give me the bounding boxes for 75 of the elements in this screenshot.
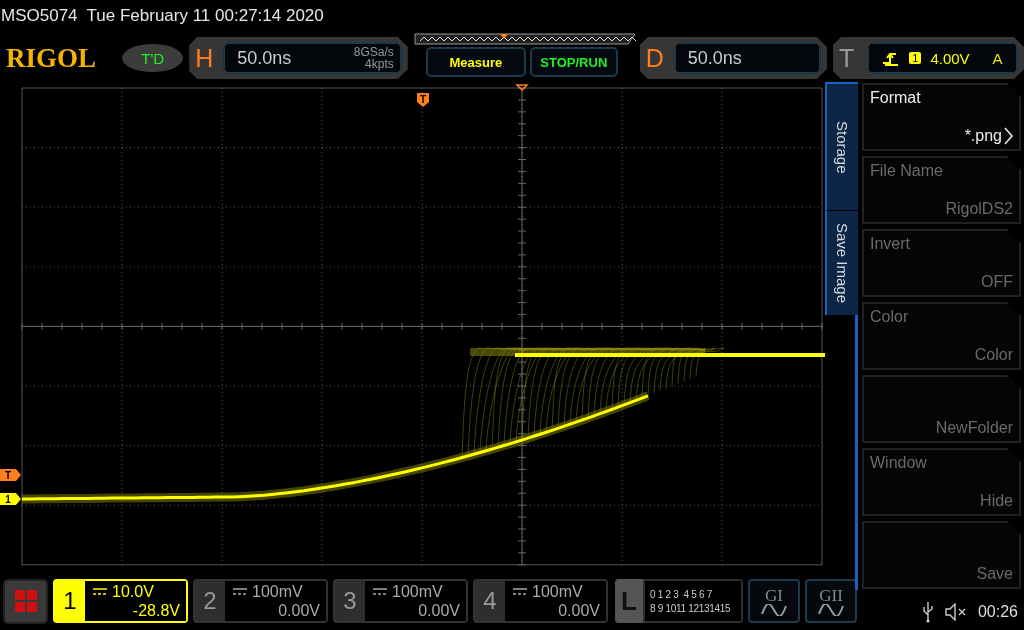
clock-time: 00:26 (977, 603, 1018, 621)
delay-value: 50.0ns (687, 47, 743, 69)
trigger-label: T (838, 43, 856, 73)
channel-number: 4 (482, 586, 498, 616)
stop-run-button[interactable]: STOP/RUN (529, 47, 618, 77)
channel-marker[interactable]: 1 (0, 493, 21, 505)
channel-offset: 0.00V (558, 601, 600, 620)
menu-item-value: Hide (980, 492, 1013, 510)
trigger-offset-marker[interactable] (515, 84, 529, 92)
logic-channels: 8 9 1011 12131415 (650, 602, 732, 614)
channel-number: 2 (202, 586, 218, 616)
dc-coupling-icon (233, 587, 247, 596)
dc-coupling-icon (373, 587, 387, 596)
horizontal-label: H (195, 43, 215, 73)
usb-icon (921, 601, 934, 623)
channel-panel[interactable]: 4 100mV 0.00V (473, 579, 608, 623)
menu-item-value: NewFolder (935, 419, 1013, 437)
dc-coupling-icon (93, 587, 107, 596)
generator-label: GI (765, 586, 783, 604)
channel-panel[interactable]: 3 100mV 0.00V (333, 579, 468, 623)
measure-button[interactable]: Measure (425, 47, 526, 77)
channel-number: 1 (62, 586, 78, 616)
trigger-level-marker[interactable]: T (0, 469, 21, 481)
sine-wave-icon (818, 603, 844, 616)
menu-title[interactable]: Storage (825, 82, 858, 210)
channel-scale: 100mV (252, 582, 303, 601)
menu-item-value: Save (976, 565, 1013, 583)
timebase-value: 50.0ns (237, 47, 293, 69)
channel-panel[interactable]: 1 10.0V -28.8V (53, 579, 188, 623)
memory-depth: 4kpts (365, 58, 394, 70)
grid-icon (13, 589, 38, 613)
trigger-level: 4.00V (930, 49, 970, 67)
menu-item-label: Color (870, 308, 910, 326)
menu-item-label: Window (870, 454, 928, 472)
delay-panel[interactable]: D 50.0ns (639, 37, 827, 79)
menu-item-value: OFF (981, 273, 1013, 291)
horizontal-panel[interactable]: H 50.0ns 8GSa/s 4kpts (189, 37, 408, 79)
channel-panel[interactable]: 2 100mV 0.00V (193, 579, 328, 623)
generator-label: GII (819, 586, 843, 604)
trigger-position-marker[interactable]: T (417, 93, 429, 107)
channel-scale: 100mV (392, 582, 443, 601)
menu-item-label: Format (870, 89, 922, 107)
logic-channels: 0 1 2 3 4 5 6 7 (650, 588, 713, 600)
channel-scale: 10.0V (112, 582, 154, 601)
menu-item-value: Color (974, 346, 1013, 364)
generator-button[interactable]: GII (805, 579, 857, 623)
logic-panel[interactable]: L 0 1 2 3 4 5 6 7 8 9 1011 12131415 (615, 579, 743, 623)
rising-edge-icon (882, 50, 901, 66)
chevron-right-icon (1004, 127, 1013, 145)
brand-logo: RIGOL (6, 42, 98, 74)
menu-item-label: Invert (870, 235, 911, 253)
menu-item-value: *.png (964, 127, 1002, 145)
menu-item[interactable]: Format *.png (862, 83, 1021, 151)
generator-button[interactable]: GI (748, 579, 800, 623)
trigger-mode: A (992, 49, 1003, 67)
channel-scale: 100mV (532, 582, 583, 601)
main-menu-button[interactable] (3, 578, 48, 624)
menu-item-value: RigolDS2 (945, 200, 1013, 218)
menu-item-label: File Name (870, 162, 944, 180)
menu-subtitle[interactable]: Save Image (825, 210, 858, 315)
mode-badge[interactable]: T'D (122, 44, 184, 72)
delay-label: D (645, 43, 665, 73)
mute-icon[interactable] (943, 603, 968, 621)
channel-offset: 0.00V (418, 601, 460, 620)
logic-label: L (615, 579, 643, 623)
dc-coupling-icon (513, 587, 527, 596)
date-time: Tue February 11 00:27:14 2020 (86, 6, 324, 26)
trigger-panel[interactable]: T 1 4.00V A (832, 37, 1024, 79)
channel-number: 3 (342, 586, 358, 616)
channel-offset: -28.8V (132, 601, 180, 620)
model-name: MSO5074 (1, 6, 78, 26)
sample-rate: 8GSa/s (353, 46, 394, 58)
trigger-source: 1 (909, 52, 922, 64)
channel-offset: 0.00V (278, 601, 320, 620)
sine-wave-icon (761, 603, 787, 616)
